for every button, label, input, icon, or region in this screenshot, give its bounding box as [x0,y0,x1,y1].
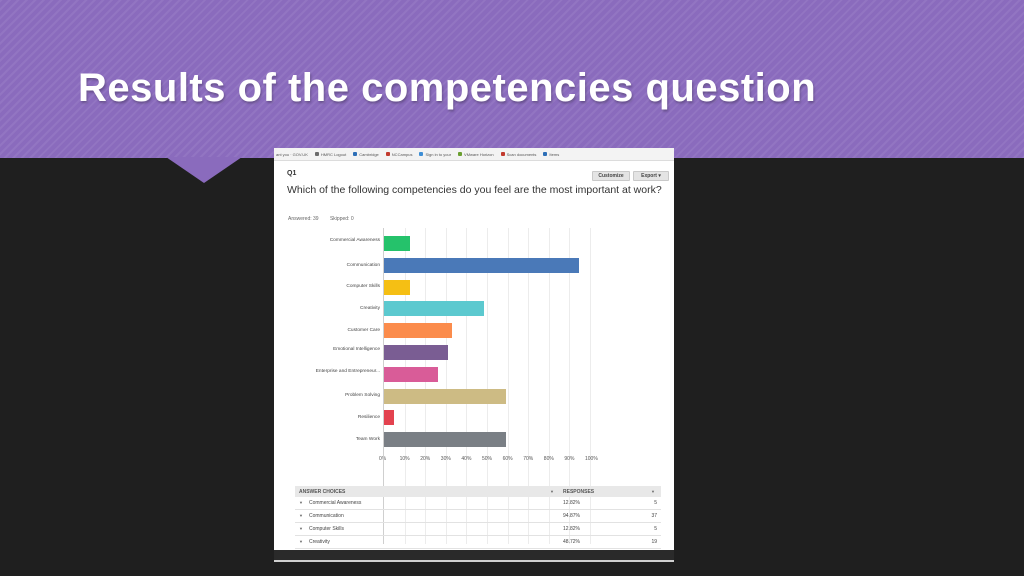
bar [384,257,580,273]
answer-label: Creativity [309,539,330,545]
response-percent: 48.72% [563,539,580,545]
response-count: 19 [651,539,657,545]
table-row: ▼ Creativity 48.72% 19 [295,536,661,549]
bookmark-icon [543,152,548,156]
header-responses[interactable]: RESPONSES [563,489,594,495]
skipped-count: Skipped: 0 [329,216,354,222]
x-tick-label: 70% [523,456,534,462]
x-tick-label: 100% [585,456,598,462]
browser-bookmarks-bar: ant you · GOV.UK HMRC Logout Cambridge NCCa… [274,148,674,161]
bookmark-label: Items [549,151,560,157]
bookmark-item[interactable]: Cambridge [353,152,379,157]
header-answer-choices[interactable]: ANSWER CHOICES [299,489,345,495]
category-label: Creativity [360,306,380,312]
table-row: ▼ Computer Skills 12.82% 5 [295,523,661,536]
response-count: 37 [651,513,657,519]
category-label: Communication [346,262,380,268]
bookmark-icon [458,152,463,156]
bookmark-item[interactable]: VMware Horizon [458,152,494,157]
bookmark-item[interactable]: HMRC Logout [314,151,347,157]
bookmark-icon [353,152,358,156]
expand-icon[interactable]: ▼ [299,539,303,544]
category-label: Emotional Intelligence [333,347,380,352]
expand-icon[interactable]: ▼ [299,513,303,518]
bookmark-label: ant you · GOV.UK [276,151,308,157]
slide-title: Results of the competencies question [78,66,817,110]
category-label: Customer Care [347,327,380,333]
bar [384,323,452,339]
x-tick-label: 90% [564,456,575,462]
bar [384,301,485,317]
bookmark-item[interactable]: Sign in to your [419,152,451,157]
bookmark-label: HMRC Logout [320,151,347,157]
customize-button[interactable]: Customize [592,171,630,181]
x-tick-label: 60% [502,456,513,462]
bookmark-label: NCCampus [391,151,413,157]
answer-label: Communication [309,513,344,519]
x-tick-label: 30% [440,456,451,462]
bookmark-icon [500,152,505,156]
banner-notch [166,157,242,183]
category-label: Commercial Awareness [329,238,380,243]
table-row: ▼ Commercial Awareness 12.82% 5 [295,497,661,510]
table-row: ▼ Communication 94.87% 37 [295,510,661,523]
category-label: Enterprise and Entrepreneur... [315,368,380,374]
question-number: Q1 [287,170,297,177]
response-count: 5 [654,500,657,506]
bookmark-item[interactable]: Scan documents [500,151,537,157]
bookmark-icon [314,152,319,156]
response-stats: Answered: 39 Skipped: 0 [288,216,364,222]
category-label: Team Work [355,436,380,442]
category-label: Problem Solving [345,393,380,399]
response-percent: 12.82% [563,526,580,532]
response-percent: 12.82% [563,500,580,506]
export-button[interactable]: Export ▾ [633,171,669,181]
bookmark-icon [419,152,424,156]
category-label: Resilience [357,415,380,421]
bar [384,432,506,448]
answer-label: Commercial Awareness [309,500,362,506]
sort-icon[interactable]: ▼ [651,489,655,494]
x-tick-label: 40% [461,456,472,462]
bar [384,366,438,382]
question-text: Which of the following competencies do y… [287,184,662,196]
response-percent: 94.87% [563,513,580,519]
bar [384,410,395,426]
answered-count: Answered: 39 [288,216,319,222]
x-tick-label: 10% [399,456,410,462]
expand-icon[interactable]: ▼ [299,526,303,531]
bar [384,279,411,295]
bookmark-label: Cambridge [359,151,379,157]
bookmark-item[interactable]: ant you · GOV.UK [276,152,308,157]
screenshot-bottom-edge [274,550,674,562]
expand-icon[interactable]: ▼ [299,500,303,505]
bookmark-label: VMware Horizon [464,151,494,157]
category-label: Computer Skills [346,284,380,290]
bar [384,236,411,251]
bookmark-item[interactable]: Items [543,152,559,157]
x-tick-label: 20% [420,456,431,462]
survey-screenshot: ant you · GOV.UK HMRC Logout Cambridge NCCa… [274,148,674,550]
answer-label: Computer Skills [309,526,345,532]
answer-choices-table: ANSWER CHOICES ▼ RESPONSES ▼ ▼ Commercial Awa… [295,486,661,549]
bar [384,345,448,360]
sort-icon[interactable]: ▼ [550,489,554,494]
x-tick-label: 80% [543,456,554,462]
bookmark-label: Scan documents [506,151,537,157]
bookmark-label: Sign in to your [425,151,452,157]
bookmark-icon [385,152,390,156]
table-header: ANSWER CHOICES ▼ RESPONSES ▼ [295,486,661,497]
response-count: 5 [654,526,657,532]
bookmark-item[interactable]: NCCampus [385,151,413,157]
x-tick-label: 50% [482,456,493,462]
bar [384,388,506,404]
